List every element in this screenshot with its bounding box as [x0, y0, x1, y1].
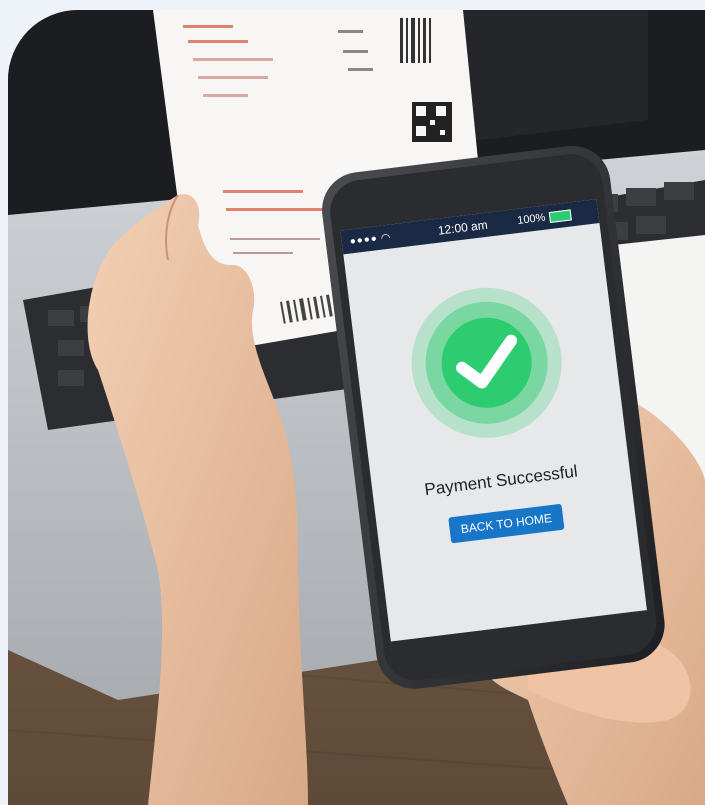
battery-icon: [548, 208, 572, 223]
signal-dots: ●●●●: [349, 232, 379, 248]
phone-ui: ●●●● ◠ 12:00 am 100% Payment Successful …: [340, 199, 647, 641]
back-to-home-button[interactable]: BACK TO HOME: [448, 503, 565, 544]
photo-frame: ●●●● ◠ 12:00 am 100% Payment Successful …: [8, 10, 705, 805]
receipt-qr-code-icon: [412, 102, 452, 142]
payment-status-message: Payment Successful: [423, 461, 579, 500]
status-time: 12:00 am: [437, 217, 489, 238]
wifi-icon: ◠: [380, 231, 392, 245]
battery-percent: 100%: [516, 211, 547, 227]
check-icon: [456, 334, 518, 389]
success-check-graphic: [403, 279, 571, 447]
